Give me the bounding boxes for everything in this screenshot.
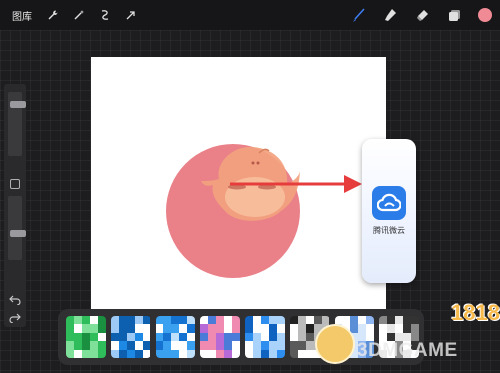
brush-size-slider[interactable] (8, 92, 26, 156)
watermark-mascot-logo (315, 324, 355, 364)
watermark-number: 18183 (451, 300, 500, 325)
watermark-text: 3DMGAME (357, 340, 458, 361)
left-sidebar (4, 84, 26, 327)
share-app-card[interactable]: 腾讯微云 (362, 139, 416, 283)
app-1-icon[interactable] (66, 316, 106, 358)
brush-size-thumb[interactable] (10, 100, 26, 108)
eraser-icon[interactable] (414, 7, 430, 23)
layers-icon[interactable] (446, 7, 462, 23)
transform-arrow-icon[interactable] (124, 8, 138, 22)
app-label: 腾讯微云 (373, 226, 405, 235)
selection-icon[interactable] (98, 8, 112, 22)
drawing-canvas[interactable] (91, 57, 386, 329)
watermark: 18183 3DMGAME (305, 296, 500, 373)
app-4-icon[interactable] (200, 316, 240, 358)
app-3-icon[interactable] (155, 316, 196, 358)
brush-icon[interactable] (350, 7, 366, 23)
app-2-icon[interactable] (110, 316, 151, 358)
redo-icon[interactable] (9, 310, 21, 324)
wrench-icon[interactable] (46, 8, 60, 22)
undo-icon[interactable] (9, 292, 21, 306)
app-5-icon[interactable] (245, 316, 285, 358)
color-picker-button[interactable] (478, 8, 492, 22)
smudge-icon[interactable] (382, 7, 398, 23)
right-tools (350, 0, 500, 30)
gallery-button[interactable]: 图库 (12, 8, 34, 23)
top-toolbar: 图库 (0, 0, 500, 30)
modify-square-icon[interactable] (10, 179, 20, 189)
opacity-slider[interactable] (8, 196, 26, 260)
magic-wand-icon[interactable] (72, 8, 86, 22)
tencent-cloud-icon[interactable] (372, 186, 406, 220)
opacity-thumb[interactable] (10, 230, 26, 238)
mascot-drawing (201, 146, 300, 221)
